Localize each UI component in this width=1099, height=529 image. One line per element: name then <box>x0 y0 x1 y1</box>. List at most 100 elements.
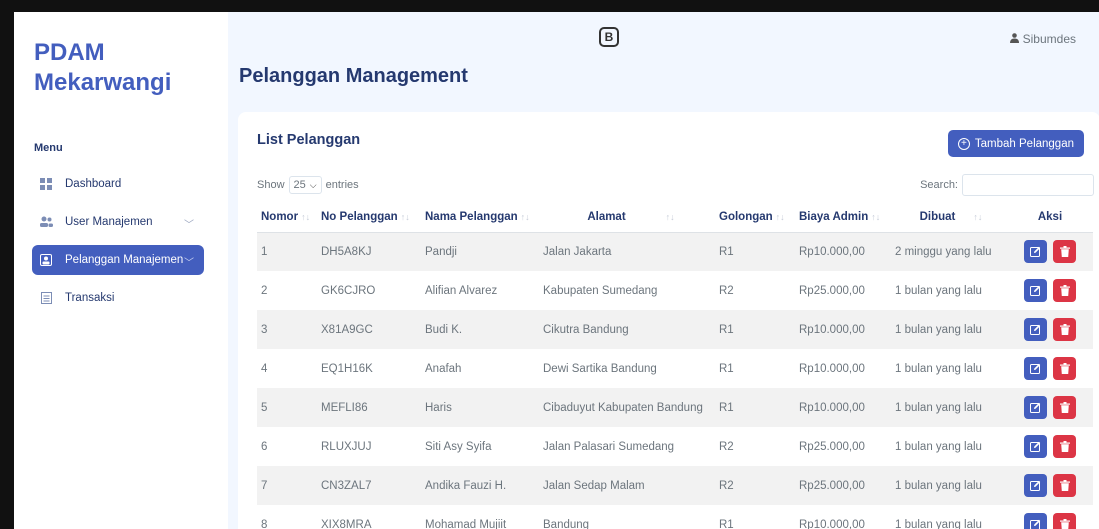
cell-nomor: 7 <box>257 466 321 505</box>
trash-icon <box>1059 324 1070 335</box>
trash-icon <box>1059 402 1070 413</box>
cell-alamat: Jalan Sedap Malam <box>543 466 719 505</box>
cell-no-pelanggan: EQ1H16K <box>321 362 373 375</box>
delete-button[interactable] <box>1053 318 1076 341</box>
chevron-down-icon: ﹀ <box>184 220 194 231</box>
brand-logo[interactable]: PDAM Mekarwangi <box>34 38 171 98</box>
header-dibuat[interactable]: Dibuat ↑↓ <box>895 202 1007 233</box>
sidebar-item-label: User Manajemen <box>65 216 153 228</box>
delete-button[interactable] <box>1053 435 1076 458</box>
edit-button[interactable] <box>1024 279 1047 302</box>
user-menu[interactable]: Sibumdes <box>1009 32 1076 46</box>
cell-no-pelanggan: RLUXJUJ <box>321 440 372 453</box>
delete-button[interactable] <box>1053 396 1076 419</box>
cell-nomor: 8 <box>261 518 268 529</box>
search-control: Search: <box>920 174 1094 196</box>
page-title: Pelanggan Management <box>239 65 468 87</box>
cell-biaya-admin: Rp25.000,00 <box>799 440 865 453</box>
cell-nomor: 6 <box>261 440 268 453</box>
cell-golongan: R1 <box>719 388 799 427</box>
cell-aksi <box>1007 466 1093 505</box>
cell-golongan: R1 <box>719 232 799 271</box>
delete-button[interactable] <box>1053 357 1076 380</box>
edit-button[interactable] <box>1024 435 1047 458</box>
chevron-down-icon: ﹀ <box>184 258 194 269</box>
edit-button[interactable] <box>1024 357 1047 380</box>
entries-label: entries <box>325 179 359 191</box>
header-nomor[interactable]: Nomor ↑↓ <box>257 202 321 233</box>
cell-dibuat: 1 bulan yang lalu <box>895 388 1007 427</box>
edit-icon <box>1030 519 1041 529</box>
sidebar-item-label: Transaksi <box>65 292 115 304</box>
edit-button[interactable] <box>1024 513 1047 529</box>
cell-nama: Anafah <box>425 362 462 375</box>
edit-button[interactable] <box>1024 240 1047 264</box>
cell-aksi <box>1007 388 1093 427</box>
person-card-icon <box>39 253 53 267</box>
app-window: PDAM Mekarwangi Menu Dashboard User Mana… <box>14 12 1099 529</box>
edit-icon <box>1030 480 1041 491</box>
add-pelanggan-button[interactable]: + Tambah Pelanggan <box>947 130 1084 157</box>
sidebar-item-dashboard[interactable]: Dashboard <box>32 169 204 199</box>
cell-golongan: R1 <box>719 310 799 349</box>
sidebar-nav: Dashboard User Manajemen ﹀ Pelanggan Man… <box>32 169 204 321</box>
sidebar-item-label: Dashboard <box>65 178 122 190</box>
header-nama-pelanggan[interactable]: Nama Pelanggan ↑↓ <box>425 202 543 233</box>
sidebar-item-transaksi[interactable]: Transaksi <box>32 283 204 313</box>
trash-icon <box>1059 363 1070 374</box>
entries-value: 25 <box>293 179 306 191</box>
cell-golongan: R2 <box>719 466 799 505</box>
sort-icon: ↑↓ <box>665 211 675 222</box>
pelanggan-card: List Pelanggan + Tambah Pelanggan Show 2… <box>238 112 1099 529</box>
edit-button[interactable] <box>1024 318 1047 341</box>
table-body: 1 DH5A8KJ Pandji Jalan Jakarta R1 Rp10.000,00… <box>257 232 1093 529</box>
cell-nama: Siti Asy Syifa <box>425 440 492 453</box>
edit-icon <box>1030 324 1041 335</box>
edit-button[interactable] <box>1024 474 1047 497</box>
sort-icon: ↑↓ <box>520 211 530 222</box>
sidebar-item-user-manajemen[interactable]: User Manajemen ﹀ <box>32 207 204 237</box>
header-no-pelanggan[interactable]: No Pelanggan ↑↓ <box>321 202 425 233</box>
cell-nomor: 1 <box>257 232 321 271</box>
cell-alamat: Jalan Palasari Sumedang <box>543 440 675 453</box>
cell-dibuat: 1 bulan yang lalu <box>895 310 1007 349</box>
cell-biaya-admin: Rp25.000,00 <box>799 284 865 297</box>
delete-button[interactable] <box>1053 474 1076 497</box>
header-golongan[interactable]: Golongan ↑↓ <box>719 202 799 233</box>
trash-icon <box>1059 246 1070 258</box>
cell-biaya-admin: Rp10.000,00 <box>799 388 895 427</box>
sidebar-item-label: Pelanggan Manajemen <box>65 254 184 266</box>
search-input[interactable] <box>962 174 1094 196</box>
edit-icon <box>1030 402 1041 413</box>
main-content: B Sibumdes Pelanggan Management List Pel… <box>228 12 1099 529</box>
edit-button[interactable] <box>1024 396 1047 419</box>
chevron-down-icon: ⌵ <box>309 179 317 190</box>
brand-line-1: PDAM <box>34 39 105 66</box>
sidebar-item-pelanggan-manajemen[interactable]: Pelanggan Manajemen ﹀ <box>32 245 204 275</box>
sort-icon: ↑↓ <box>301 211 311 222</box>
cell-alamat: Cikutra Bandung <box>543 310 719 349</box>
sort-icon: ↑↓ <box>400 211 410 222</box>
header-biaya-admin[interactable]: Biaya Admin ↑↓ <box>799 202 895 233</box>
delete-button[interactable] <box>1053 513 1076 529</box>
delete-button[interactable] <box>1053 240 1076 264</box>
trash-icon <box>1059 519 1070 529</box>
cell-nama: Alifian Alvarez <box>425 284 498 297</box>
sort-icon: ↑↓ <box>973 211 983 222</box>
cell-dibuat: 1 bulan yang lalu <box>895 518 982 529</box>
edit-icon <box>1030 363 1041 374</box>
cell-nomor: 2 <box>261 284 268 297</box>
cell-alamat: Kabupaten Sumedang <box>543 284 658 297</box>
cell-alamat: Cibaduyut Kabupaten Bandung <box>543 388 719 427</box>
cell-nama: Pandji <box>425 232 543 271</box>
cell-aksi <box>1007 232 1093 271</box>
header-alamat[interactable]: Alamat ↑↓ <box>543 202 719 233</box>
cell-alamat: Dewi Sartika Bandung <box>543 362 657 375</box>
cell-biaya-admin: Rp10.000,00 <box>799 232 895 271</box>
trash-icon <box>1059 441 1070 452</box>
cell-no-pelanggan: DH5A8KJ <box>321 232 425 271</box>
entries-select[interactable]: 25 ⌵ <box>288 176 322 194</box>
delete-button[interactable] <box>1053 279 1076 302</box>
cell-golongan: R1 <box>719 518 734 529</box>
plus-circle-icon: + <box>957 137 970 150</box>
